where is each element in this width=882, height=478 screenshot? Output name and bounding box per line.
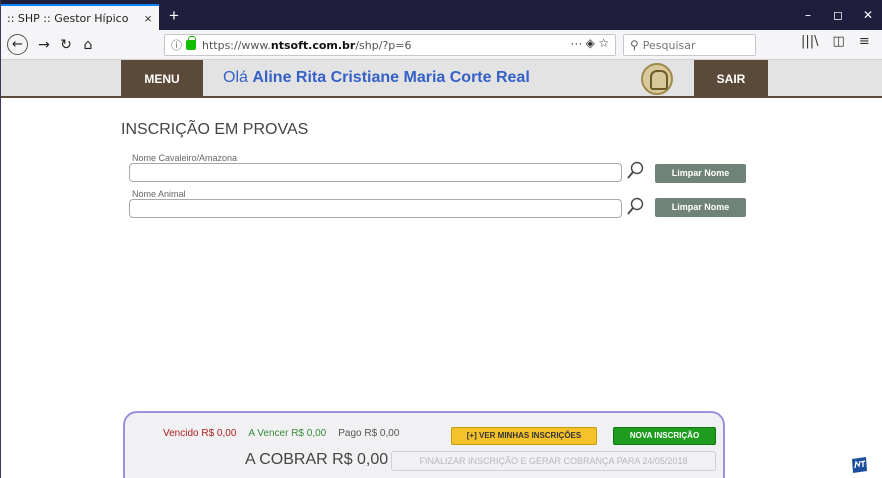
browser-tab[interactable]: :: SHP :: Gestor Hípico × — [1, 4, 159, 30]
lock-icon — [186, 36, 196, 50]
new-registration-button[interactable]: NOVA INSCRIÇÃO — [613, 427, 716, 445]
logout-button[interactable]: SAIR — [694, 60, 768, 98]
overdue-amount: Vencido R$ 0,00 — [163, 428, 237, 439]
page-actions[interactable]: ··· ◈ ☆ — [570, 36, 609, 50]
totals-row: Vencido R$ 0,00 A Vencer R$ 0,00 Pago R$… — [163, 428, 399, 439]
menu-icon[interactable]: ≡ — [859, 34, 870, 49]
toolbar-icons: |||\ ◫ ≡ — [801, 34, 870, 49]
magnifier-icon[interactable] — [626, 161, 644, 181]
browser-window: :: SHP :: Gestor Hípico × + – ◻ ✕ ← → ↻ … — [0, 0, 882, 478]
site-header: MENU Olá Aline Rita Cristiane Maria Cort… — [1, 60, 882, 98]
page-title: INSCRIÇÃO EM PROVAS — [121, 121, 309, 138]
library-icon[interactable]: |||\ — [801, 34, 819, 49]
new-tab-icon[interactable]: + — [163, 6, 185, 26]
maximize-icon[interactable]: ◻ — [823, 0, 853, 30]
search-icon: ⚲ — [630, 38, 639, 52]
close-window-icon[interactable]: ✕ — [853, 0, 882, 30]
home-icon[interactable]: ⌂ — [77, 34, 99, 56]
animal-name-label: Nome Animal — [132, 189, 186, 199]
menu-button[interactable]: MENU — [121, 60, 203, 98]
tab-close-icon[interactable]: × — [137, 11, 159, 26]
window-controls: – ◻ ✕ — [793, 0, 882, 30]
browser-search-input[interactable] — [642, 38, 743, 52]
back-arrow-icon[interactable]: ← — [7, 34, 28, 55]
greeting: Olá Aline Rita Cristiane Maria Corte Rea… — [223, 69, 530, 87]
rider-name-input[interactable] — [129, 163, 622, 182]
url-text: https://www.ntsoft.com.br/shp/?p=6 — [202, 38, 412, 52]
url-bar[interactable]: ⓘ https://www.ntsoft.com.br/shp/?p=6 ···… — [164, 34, 616, 56]
magnifier-icon[interactable] — [626, 197, 644, 217]
title-bar: :: SHP :: Gestor Hípico × + – ◻ ✕ — [1, 0, 882, 30]
reload-icon[interactable]: ↻ — [55, 34, 77, 56]
club-logo-icon — [641, 63, 673, 95]
paid-amount: Pago R$ 0,00 — [338, 428, 400, 439]
user-name: Aline Rita Cristiane Maria Corte Real — [252, 69, 530, 86]
greeting-prefix: Olá — [223, 69, 253, 86]
clear-rider-button[interactable]: Limpar Nome — [655, 164, 746, 183]
clear-animal-button[interactable]: Limpar Nome — [655, 198, 746, 217]
minimize-icon[interactable]: – — [793, 0, 823, 30]
forward-arrow-icon[interactable]: → — [33, 34, 55, 56]
browser-search-box[interactable]: ⚲ — [623, 34, 756, 56]
view-my-registrations-button[interactable]: [+] VER MINHAS INSCRIÇÕES — [451, 427, 597, 445]
nt-logo-icon — [852, 457, 867, 473]
tab-title: :: SHP :: Gestor Hípico — [7, 11, 129, 25]
due-amount: A Vencer R$ 0,00 — [248, 428, 327, 439]
info-icon[interactable]: ⓘ — [171, 37, 182, 53]
summary-panel: Vencido R$ 0,00 A Vencer R$ 0,00 Pago R$… — [123, 411, 725, 478]
nav-bar: ← → ↻ ⌂ ⓘ https://www.ntsoft.com.br/shp/… — [1, 30, 882, 60]
finalize-registration-button[interactable]: FINALIZAR INSCRIÇÃO E GERAR COBRANÇA PAR… — [391, 451, 716, 471]
amount-to-charge: A COBRAR R$ 0,00 — [245, 451, 389, 468]
sidebar-icon[interactable]: ◫ — [833, 34, 845, 49]
animal-name-input[interactable] — [129, 199, 622, 218]
rider-name-label: Nome Cavaleiro/Amazona — [132, 153, 238, 163]
